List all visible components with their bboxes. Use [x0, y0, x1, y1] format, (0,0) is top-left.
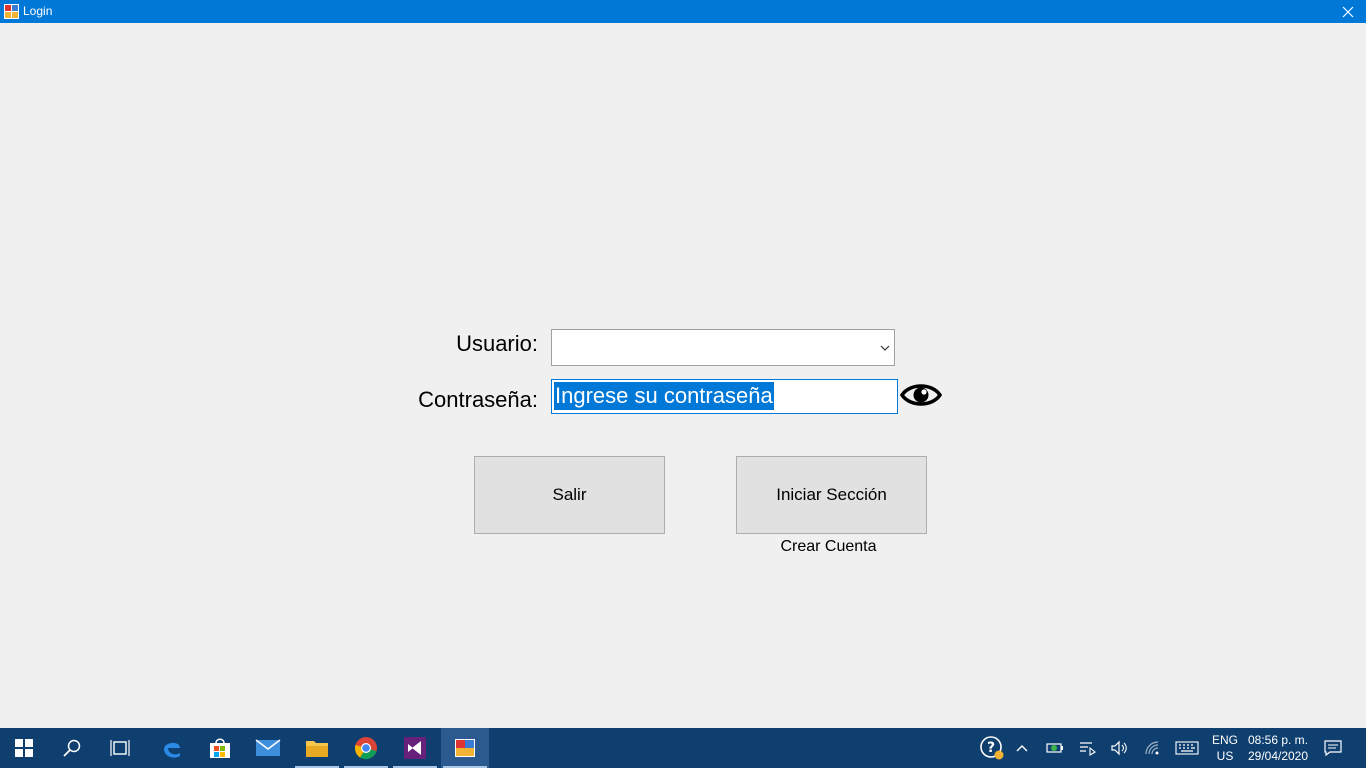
- keyboard-layout: US: [1216, 749, 1234, 763]
- task-view-icon: [110, 740, 130, 756]
- wifi-icon: [1145, 741, 1159, 755]
- language-code: ENG: [1211, 733, 1238, 747]
- login-app-icon: [455, 739, 475, 757]
- clock-date: 29/04/2020: [1247, 749, 1309, 763]
- exit-button[interactable]: Salir: [474, 456, 665, 534]
- login-app-button[interactable]: [441, 728, 489, 768]
- language-indicator[interactable]: ENG US: [1208, 732, 1242, 764]
- visual-studio-icon: [404, 737, 426, 759]
- password-label: Contraseña:: [418, 387, 538, 412]
- password-text: Ingrese su contraseña: [554, 382, 774, 410]
- network-settings-tray-button[interactable]: [1074, 728, 1100, 768]
- close-button[interactable]: [1330, 0, 1366, 23]
- search-icon: [63, 739, 81, 757]
- edge-icon: [164, 742, 180, 758]
- svg-text:?: ?: [987, 740, 995, 756]
- notifications-button[interactable]: [1320, 728, 1346, 768]
- mail-icon: [255, 739, 281, 756]
- edge-button[interactable]: [148, 728, 196, 768]
- taskbar: ? ENG US 08:56 p. m. 29/04/2020: [0, 728, 1366, 768]
- start-button[interactable]: [0, 728, 48, 768]
- wifi-tray-button[interactable]: [1140, 728, 1166, 768]
- volume-tray-button[interactable]: [1106, 728, 1132, 768]
- visual-studio-button[interactable]: [391, 728, 439, 768]
- chevron-down-icon[interactable]: [880, 343, 890, 353]
- show-hidden-icons-button[interactable]: [1010, 728, 1034, 768]
- battery-icon: [1046, 743, 1063, 753]
- search-button[interactable]: [48, 728, 96, 768]
- chrome-button[interactable]: [342, 728, 390, 768]
- file-explorer-button[interactable]: [293, 728, 341, 768]
- file-explorer-icon: [306, 741, 328, 757]
- login-button[interactable]: Iniciar Sección: [736, 456, 927, 534]
- app-icon: [4, 4, 19, 19]
- battery-tray-button[interactable]: [1042, 728, 1068, 768]
- window-title: Login: [23, 4, 53, 18]
- help-icon: ?: [980, 736, 1004, 760]
- chevron-up-icon: [1016, 745, 1028, 752]
- title-bar: Login: [0, 0, 1366, 23]
- create-account-link[interactable]: Crear Cuenta: [736, 538, 921, 556]
- start-icon: [15, 739, 33, 757]
- keyboard-icon: [1175, 741, 1199, 755]
- store-button[interactable]: [196, 728, 244, 768]
- notifications-icon: [1324, 740, 1342, 756]
- clock[interactable]: 08:56 p. m. 29/04/2020: [1244, 732, 1312, 764]
- clock-time: 08:56 p. m.: [1247, 733, 1309, 747]
- close-icon: [1342, 6, 1354, 17]
- eye-icon[interactable]: [900, 379, 942, 411]
- keyboard-tray-button[interactable]: [1172, 728, 1202, 768]
- user-combobox[interactable]: [551, 329, 895, 366]
- chrome-icon: [354, 737, 377, 760]
- help-tray-button[interactable]: ?: [978, 728, 1006, 768]
- network-settings-icon: [1080, 742, 1096, 756]
- mail-button[interactable]: [244, 728, 292, 768]
- volume-icon: [1111, 740, 1127, 756]
- password-field[interactable]: Ingrese su contraseña: [551, 379, 898, 414]
- task-view-button[interactable]: [96, 728, 144, 768]
- store-icon: [210, 738, 230, 758]
- user-label: Usuario:: [456, 331, 538, 356]
